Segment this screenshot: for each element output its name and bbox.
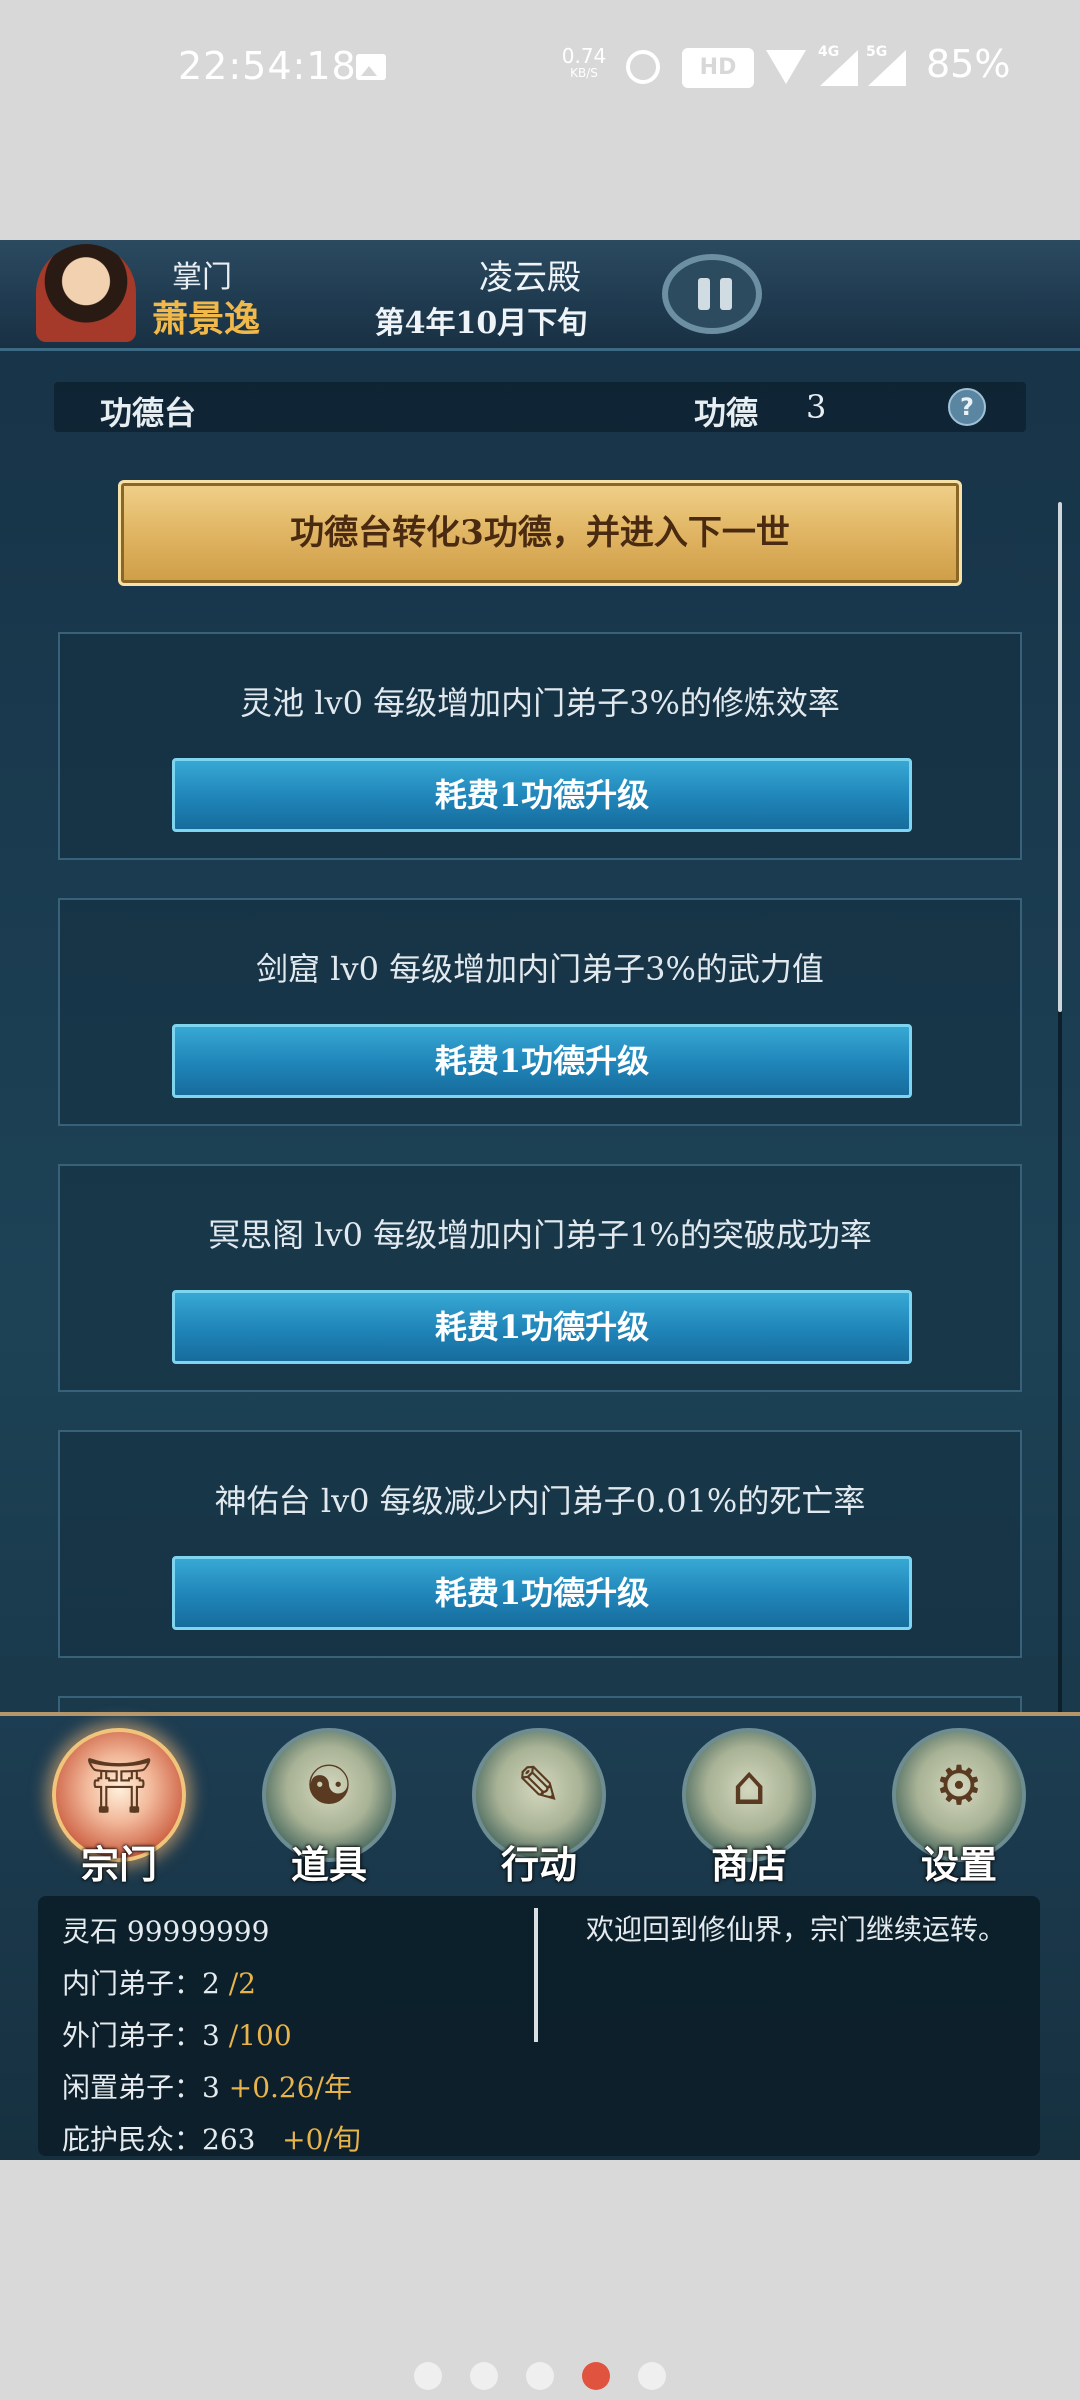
panel-title: 功德台 <box>100 394 197 432</box>
scrollbar-thumb[interactable] <box>1058 502 1062 1012</box>
signal-icon <box>820 50 858 86</box>
upgrade-button[interactable]: 耗费1功德升级 <box>172 1290 912 1364</box>
page-dot[interactable] <box>470 2362 498 2390</box>
merit-value: 3 <box>806 388 827 426</box>
upgrade-description: 灵池 lv0 每级增加内门弟子3%的修炼效率 <box>240 684 840 722</box>
event-message: 欢迎回到修仙界，宗门继续运转。 <box>586 1913 1007 1946</box>
top-bar: 掌门 萧景逸 凌云殿 第4年10月下旬 <box>0 240 1080 351</box>
stat-inner-disciples: 内门弟子：2 /2 <box>62 1967 256 2000</box>
sect-info-panel: 灵石 99999999 内门弟子：2 /2 外门弟子：3 /100 闲置弟子：3… <box>38 1896 1040 2156</box>
game-screen: 掌门 萧景逸 凌云殿 第4年10月下旬 功德台 功德 3 ? 功德台转化3功德，… <box>0 240 1080 2160</box>
upgrade-card-meditation-pavilion: 冥思阁 lv0 每级增加内门弟子1%的突破成功率 耗费1功德升级 <box>58 1164 1022 1392</box>
page-dot[interactable] <box>414 2362 442 2390</box>
player-name: 萧景逸 <box>152 298 261 340</box>
upgrade-card-divine-altar: 神佑台 lv0 每级减少内门弟子0.01%的死亡率 耗费1功德升级 <box>58 1430 1022 1658</box>
upgrade-description: 神佑台 lv0 每级减少内门弟子0.01%的死亡率 <box>214 1482 866 1520</box>
network-speed: 0.74 KB/S <box>561 44 607 80</box>
stat-outer-disciples: 外门弟子：3 /100 <box>62 2019 292 2052</box>
upgrade-description: 冥思阁 lv0 每级增加内门弟子1%的突破成功率 <box>208 1216 872 1254</box>
bottom-navigation: ⛩ 宗门 ☯ 道具 ✎ 行动 ⌂ 商店 ⚙ 设置 灵石 99999999 内门弟… <box>0 1712 1080 2160</box>
upgrade-button[interactable]: 耗费1功德升级 <box>172 758 912 832</box>
nav-label: 行动 <box>500 1842 577 1887</box>
upgrade-button[interactable]: 耗费1功德升级 <box>172 1556 912 1630</box>
status-time: 22:54:18 <box>178 44 357 88</box>
help-icon[interactable]: ? <box>948 388 986 426</box>
nav-label: 设置 <box>920 1842 997 1887</box>
nav-items[interactable]: ☯ 道具 <box>254 1728 404 1887</box>
upgrade-card-sword-cave: 剑窟 lv0 每级增加内门弟子3%的武力值 耗费1功德升级 <box>58 898 1022 1126</box>
nav-settings[interactable]: ⚙ 设置 <box>884 1728 1034 1887</box>
pause-button[interactable] <box>662 254 762 334</box>
game-date: 第4年10月下旬 <box>374 306 588 341</box>
nav-shop[interactable]: ⌂ 商店 <box>674 1728 824 1887</box>
page-dot[interactable] <box>526 2362 554 2390</box>
sect-name: 凌云殿 <box>479 258 581 298</box>
divider <box>534 1908 538 2042</box>
wifi-icon <box>766 50 806 84</box>
merit-label: 功德 <box>694 394 759 432</box>
battery-level: 85% <box>926 42 1011 86</box>
upgrade-description: 剑窟 lv0 每级增加内门弟子3%的武力值 <box>256 950 824 988</box>
nav-label: 道具 <box>290 1842 367 1887</box>
merit-panel-header: 功德台 功德 3 ? <box>54 382 1026 432</box>
upgrade-card-spirit-pool: 灵池 lv0 每级增加内门弟子3%的修炼效率 耗费1功德升级 <box>58 632 1022 860</box>
upgrade-button[interactable]: 耗费1功德升级 <box>172 1024 912 1098</box>
stat-spirit-stone: 灵石 99999999 <box>62 1915 270 1948</box>
nav-action[interactable]: ✎ 行动 <box>464 1728 614 1887</box>
avatar[interactable] <box>36 244 136 342</box>
nav-sect[interactable]: ⛩ 宗门 <box>44 1728 194 1887</box>
stat-idle-disciples: 闲置弟子：3 +0.26/年 <box>62 2071 352 2104</box>
signal-icon-2 <box>868 50 906 86</box>
status-bar: 22:54:18 0.74 KB/S HD 4G 5G 85% <box>0 0 1080 240</box>
alarm-icon <box>626 50 660 84</box>
nav-label: 宗门 <box>80 1842 157 1887</box>
nav-label: 商店 <box>710 1842 787 1887</box>
gallery-icon <box>356 54 386 80</box>
stat-protected-people: 庇护民众：263 +0/旬 <box>62 2123 361 2156</box>
hd-voice-icon: HD <box>682 48 754 88</box>
convert-merit-button[interactable]: 功德台转化3功德，并进入下一世 <box>118 480 962 586</box>
page-dot-active[interactable] <box>582 2362 610 2390</box>
page-dot[interactable] <box>638 2362 666 2390</box>
